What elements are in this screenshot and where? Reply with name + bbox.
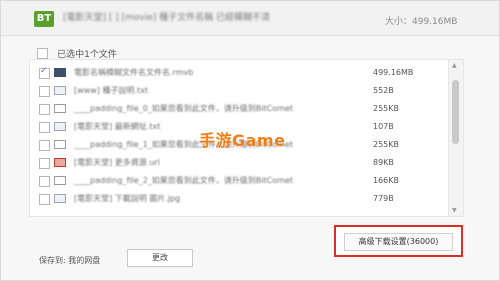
file-size: 166KB: [373, 176, 400, 185]
file-name: [電影天堂] 下載說明 圖片.jpg: [74, 194, 181, 203]
file-size: 255KB: [373, 104, 400, 113]
advanced-download-highlight: 高级下载设置(36000): [334, 225, 463, 257]
file-checkbox[interactable]: [39, 194, 50, 205]
file-name: [電影天堂] 更多資源.url: [74, 158, 160, 167]
select-all-row[interactable]: 已选中1个文件: [37, 43, 117, 60]
file-size: 107B: [373, 122, 394, 131]
document-file-icon: [54, 86, 66, 95]
bt-download-dialog: BT [電影天堂] [ ] [movie] 種子文件名稱 已經模糊不清 大小：4…: [0, 0, 500, 281]
file-row[interactable]: 電影名稱模糊文件名文件名.rmvb 499.16MB: [30, 64, 440, 82]
file-checkbox[interactable]: [39, 176, 50, 187]
file-checkbox[interactable]: [39, 140, 50, 151]
file-checkbox[interactable]: [39, 122, 50, 133]
file-checkbox[interactable]: [39, 66, 50, 79]
advanced-download-settings-button[interactable]: 高级下载设置(36000): [344, 233, 453, 251]
document-file-icon: [54, 122, 66, 131]
blank-file-icon: [54, 176, 66, 185]
file-name: ____padding_file_2_如果您看到此文件，请升级到BitComet: [74, 176, 293, 185]
scroll-down-arrow-icon[interactable]: ▼: [452, 207, 457, 214]
change-location-button[interactable]: 更改: [127, 249, 193, 267]
file-list-scrollbar[interactable]: ▲ ▼: [448, 60, 463, 216]
file-row[interactable]: ____padding_file_2_如果您看到此文件，请升级到BitComet…: [30, 172, 440, 190]
file-name: ____padding_file_0_如果您看到此文件，请升级到BitComet: [74, 104, 293, 113]
blank-file-icon: [54, 104, 66, 113]
file-row[interactable]: ____padding_file_0_如果您看到此文件，请升级到BitComet…: [30, 100, 440, 118]
file-name: 電影名稱模糊文件名文件名.rmvb: [74, 68, 194, 77]
file-checkbox[interactable]: [39, 86, 50, 97]
file-size: 255KB: [373, 140, 400, 149]
save-location-label: 保存到: 我的网盘: [39, 256, 101, 265]
bt-logo-icon: BT: [34, 11, 54, 27]
blank-file-icon: [54, 140, 66, 149]
file-name: [www] 種子說明.txt: [74, 86, 148, 95]
scroll-up-arrow-icon[interactable]: ▲: [452, 62, 457, 69]
file-size: 499.16MB: [373, 68, 414, 77]
file-size: 779B: [373, 194, 394, 203]
torrent-title: [電影天堂] [ ] [movie] 種子文件名稱 已經模糊不清: [63, 13, 271, 23]
file-checkbox[interactable]: [39, 104, 50, 115]
select-all-checkbox[interactable]: [37, 48, 48, 59]
dialog-titlebar: BT [電影天堂] [ ] [movie] 種子文件名稱 已經模糊不清 大小：4…: [1, 1, 499, 36]
site-watermark: 手游Game: [199, 131, 286, 150]
total-size: 大小：499.16MB: [385, 17, 458, 27]
scroll-thumb[interactable]: [452, 80, 459, 144]
image-file-icon: [54, 194, 66, 203]
file-size: 89KB: [373, 158, 394, 167]
video-file-icon: [54, 68, 66, 77]
file-size: 552B: [373, 86, 394, 95]
file-checkbox[interactable]: [39, 158, 50, 169]
file-row[interactable]: [www] 種子說明.txt 552B: [30, 82, 440, 100]
red-file-icon: [54, 158, 66, 167]
file-row[interactable]: [電影天堂] 更多資源.url 89KB: [30, 154, 440, 172]
file-row[interactable]: [電影天堂] 下載說明 圖片.jpg 779B: [30, 190, 440, 208]
